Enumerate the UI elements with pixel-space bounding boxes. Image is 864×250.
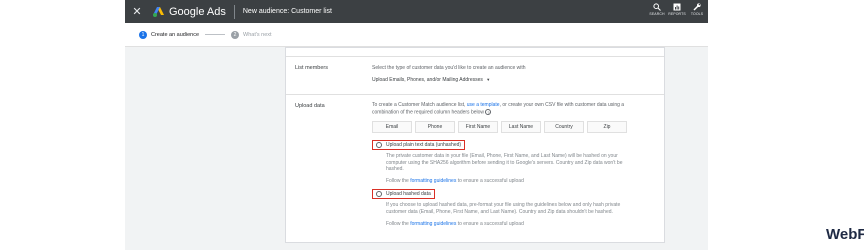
google-ads-logo — [153, 6, 165, 17]
upload-data-row: Upload data To create a Customer Match a… — [286, 94, 664, 244]
webfx-watermark: WebFX — [826, 226, 864, 243]
hashed-guidelines: Follow the formatting guidelines to ensu… — [386, 221, 524, 228]
column-header: Zip — [587, 121, 627, 133]
audience-form-card: List members Select the type of customer… — [285, 47, 665, 243]
plain-text-desc-line1: The private customer data in your file (… — [386, 153, 618, 159]
reports-icon — [673, 3, 681, 11]
column-header: Phone — [415, 121, 455, 133]
use-template-link[interactable]: use a template — [467, 102, 500, 108]
column-header: Country — [544, 121, 584, 133]
plain-text-desc-line2: computer using the SHA256 algorithm befo… — [386, 159, 623, 166]
header-tools: SEARCH REPORTS TOOLS — [649, 3, 704, 16]
step-whats-next[interactable]: 2 What's next — [231, 30, 272, 39]
hashed-desc-line1: If you choose to upload hashed data, pre… — [386, 202, 621, 208]
header-divider — [233, 4, 235, 19]
hashed-description: If you choose to upload hashed data, pre… — [386, 202, 656, 215]
list-members-label: List members — [295, 65, 329, 71]
search-tool[interactable]: SEARCH — [649, 3, 665, 16]
list-members-description: Select the type of customer data you'd l… — [372, 65, 526, 71]
search-icon — [653, 3, 661, 11]
column-header: Email — [372, 121, 412, 133]
page-title: New audience: Customer list — [242, 8, 332, 15]
list-members-dropdown[interactable]: Upload Emails, Phones, and/or Mailing Ad… — [372, 77, 490, 84]
plain-text-description: The private customer data in your file (… — [386, 153, 656, 173]
intro-text-line2: combination of the required column heade… — [372, 108, 485, 115]
formatting-guidelines-link[interactable]: formatting guidelines — [410, 221, 456, 227]
upload-data-label: Upload data — [295, 103, 325, 109]
guidelines-post: to ensure a successful upload — [456, 178, 524, 184]
reports-tool[interactable]: REPORTS — [668, 3, 686, 16]
step-label: Create an audience — [151, 31, 200, 38]
plain-text-guidelines: Follow the formatting guidelines to ensu… — [386, 178, 524, 185]
help-icon[interactable]: ? — [485, 108, 492, 115]
list-members-row: List members Select the type of customer… — [286, 56, 664, 94]
guidelines-pre: Follow the — [386, 178, 411, 184]
column-header: Last Name — [501, 121, 541, 133]
google-ads-logo-icon — [153, 6, 164, 17]
tools-tool[interactable]: TOOLS — [690, 3, 704, 16]
step-label: What's next — [243, 31, 272, 38]
upload-plain-text-label: Upload plain text data (unhashed) — [386, 142, 462, 148]
step-create-audience[interactable]: 1 Create an audience — [139, 30, 200, 39]
search-tool-label: SEARCH — [649, 12, 665, 16]
stepper: 1 Create an audience 2 What's next — [125, 23, 708, 47]
step-number: 2 — [231, 30, 240, 39]
upload-plain-text-radio[interactable] — [376, 142, 382, 148]
upload-hashed-radio[interactable] — [376, 191, 382, 197]
intro-text-post: , or create your own CSV file with custo… — [499, 102, 625, 108]
column-headers: Email Phone First Name Last Name Country… — [372, 121, 627, 133]
plain-text-desc-line3: hashed. — [386, 166, 404, 172]
column-header: First Name — [458, 121, 498, 133]
guidelines-pre: Follow the — [386, 221, 411, 227]
close-icon[interactable]: ✕ — [125, 5, 149, 18]
reports-tool-label: REPORTS — [668, 12, 686, 16]
upload-data-intro: To create a Customer Match audience list… — [372, 102, 657, 115]
tools-tool-label: TOOLS — [690, 12, 704, 16]
brand-name: Google Ads — [169, 5, 226, 18]
upload-hashed-option[interactable]: Upload hashed data — [372, 189, 435, 199]
top-bar: ✕ Google Ads New audience: Customer list… — [125, 0, 708, 23]
upload-plain-text-option[interactable]: Upload plain text data (unhashed) — [372, 140, 466, 150]
intro-text-pre: To create a Customer Match audience list… — [372, 102, 467, 108]
step-number: 1 — [139, 30, 147, 39]
step-connector — [205, 34, 226, 35]
tools-icon — [693, 3, 701, 11]
upload-hashed-label: Upload hashed data — [386, 191, 431, 197]
dropdown-arrow-icon: ▼ — [486, 77, 491, 82]
list-members-dropdown-value: Upload Emails, Phones, and/or Mailing Ad… — [372, 77, 483, 83]
guidelines-post: to ensure a successful upload — [456, 221, 524, 227]
hashed-desc-line2: customer data (Email, Phone, First Name,… — [386, 208, 613, 215]
formatting-guidelines-link[interactable]: formatting guidelines — [410, 178, 456, 184]
